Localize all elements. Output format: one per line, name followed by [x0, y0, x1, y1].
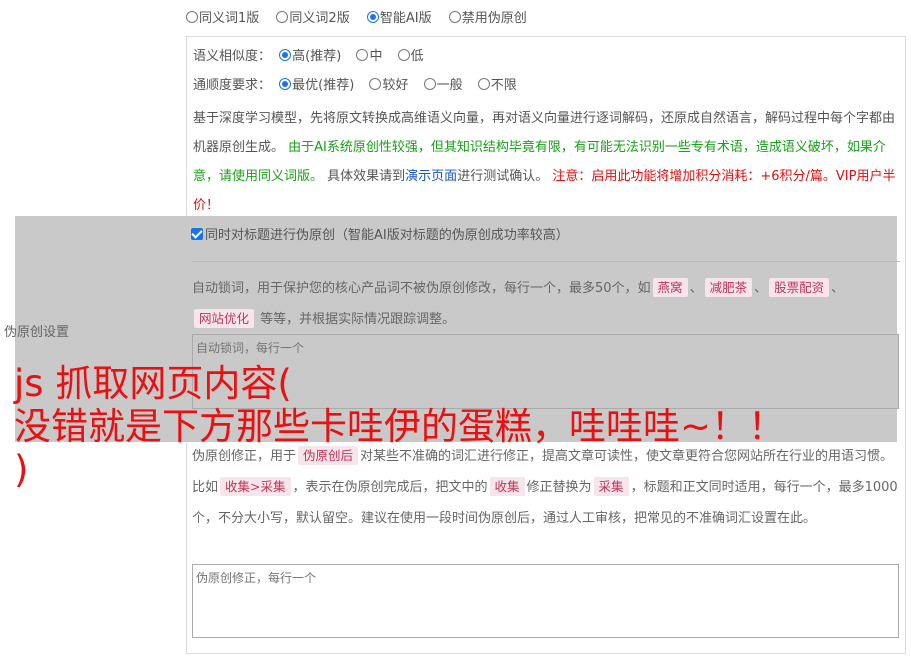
fluency-normal[interactable]: 一般	[423, 76, 463, 96]
similarity-medium[interactable]: 中	[356, 47, 382, 67]
radio-fluency-good[interactable]	[369, 78, 382, 90]
example-tag: 网站优化	[194, 309, 255, 328]
divider	[192, 261, 900, 262]
lock-words-description: 自动锁词，用于保护您的核心产品词不被伪原创修改，每行一个，最多50个，如 燕窝、减…	[192, 278, 845, 328]
version-option-synonym2[interactable]: 同义词2版	[276, 10, 350, 28]
radio-disable[interactable]	[448, 11, 461, 23]
version-option-synonym1[interactable]: 同义词1版	[186, 10, 259, 28]
settings-side-label: 伪原创设置	[4, 325, 70, 340]
fluency-row: 通顺度要求： 最优(推荐) 较好 一般 不限	[193, 76, 528, 96]
correction-input[interactable]	[192, 564, 899, 638]
version-option-ai[interactable]: 智能AI版	[366, 10, 432, 28]
radio-fluency-any[interactable]	[477, 78, 490, 90]
similarity-low[interactable]: 低	[397, 47, 424, 67]
radio-synonym2[interactable]	[276, 11, 289, 23]
title-rewrite-checkbox-row[interactable]: 同时对标题进行伪原创（智能AI版对标题的伪原创成功率较高）	[191, 227, 569, 245]
example-tag: 燕窝	[652, 278, 688, 297]
ai-description: 基于深度学习模型，先将原文转换成高维语义向量，再对语义向量进行逐词解码，还原成自…	[193, 104, 897, 220]
fluency-any[interactable]: 不限	[477, 76, 517, 96]
banner-line-2: 没错就是下方那些卡哇伊的蛋糕，哇哇哇~！！	[14, 405, 786, 448]
similarity-label: 语义相似度：	[193, 49, 272, 64]
desc-test-prefix: 具体效果请到	[327, 169, 406, 184]
banner-line-1: js 抓取网页内容(	[14, 362, 292, 405]
example-tag: 股票配资	[769, 278, 830, 297]
radio-fluency-normal[interactable]	[423, 78, 436, 90]
title-rewrite-checkbox[interactable]	[191, 228, 203, 240]
radio-similarity-high[interactable]	[279, 49, 292, 61]
example-tag: 减肥茶	[704, 278, 753, 297]
radio-ai[interactable]	[366, 11, 379, 23]
banner-line-3: )	[14, 448, 29, 491]
fluency-good[interactable]: 较好	[369, 76, 408, 96]
radio-fluency-best[interactable]	[279, 78, 292, 90]
title-rewrite-label: 同时对标题进行伪原创（智能AI版对标题的伪原创成功率较高）	[205, 228, 569, 243]
radio-synonym1[interactable]	[186, 11, 198, 23]
demo-page-link[interactable]: 演示页面	[405, 169, 457, 184]
radio-similarity-low[interactable]	[397, 49, 410, 61]
similarity-high[interactable]: 高(推荐)	[279, 47, 341, 67]
version-selector: 同义词1版 同义词2版 智能AI版 禁用伪原创	[186, 10, 540, 28]
version-option-disable[interactable]: 禁用伪原创	[448, 10, 527, 28]
overlay-banner-text: js 抓取网页内容( 没错就是下方那些卡哇伊的蛋糕，哇哇哇~！！ )	[14, 362, 909, 491]
lock-desc-tail: 等等，并根据实际情况跟踪调整。	[260, 312, 456, 327]
radio-similarity-medium[interactable]	[356, 49, 369, 61]
similarity-row: 语义相似度： 高(推荐) 中 低	[193, 47, 435, 67]
fluency-label: 通顺度要求：	[193, 78, 272, 93]
lock-desc-text: 自动锁词，用于保护您的核心产品词不被伪原创修改，每行一个，最多50个，如	[192, 281, 651, 296]
fluency-best[interactable]: 最优(推荐)	[279, 76, 354, 96]
desc-test-suffix: 进行测试确认。	[457, 169, 549, 184]
